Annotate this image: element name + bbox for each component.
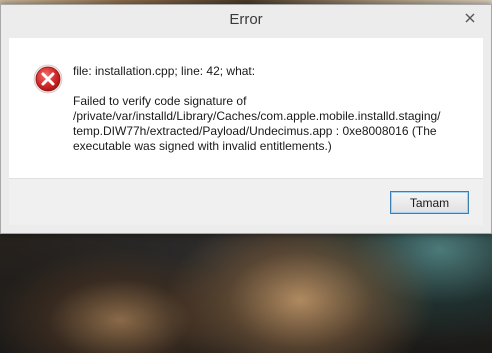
close-button[interactable] <box>459 9 481 27</box>
dialog-titlebar[interactable]: Error <box>1 5 491 35</box>
error-message: file: installation.cpp; line: 42; what: … <box>73 64 473 154</box>
error-dialog: Error file: installation.cpp; line: 42; … <box>0 4 492 234</box>
error-detail-text: Failed to verify code signature of /priv… <box>73 94 441 153</box>
dialog-content: file: installation.cpp; line: 42; what: … <box>9 38 483 178</box>
error-location-text: file: installation.cpp; line: 42; what: <box>73 64 256 78</box>
error-x-icon <box>33 64 63 94</box>
close-icon <box>465 13 475 23</box>
ok-button[interactable]: Tamam <box>390 191 469 214</box>
dialog-footer: Tamam <box>9 178 483 225</box>
dialog-title: Error <box>229 11 263 28</box>
